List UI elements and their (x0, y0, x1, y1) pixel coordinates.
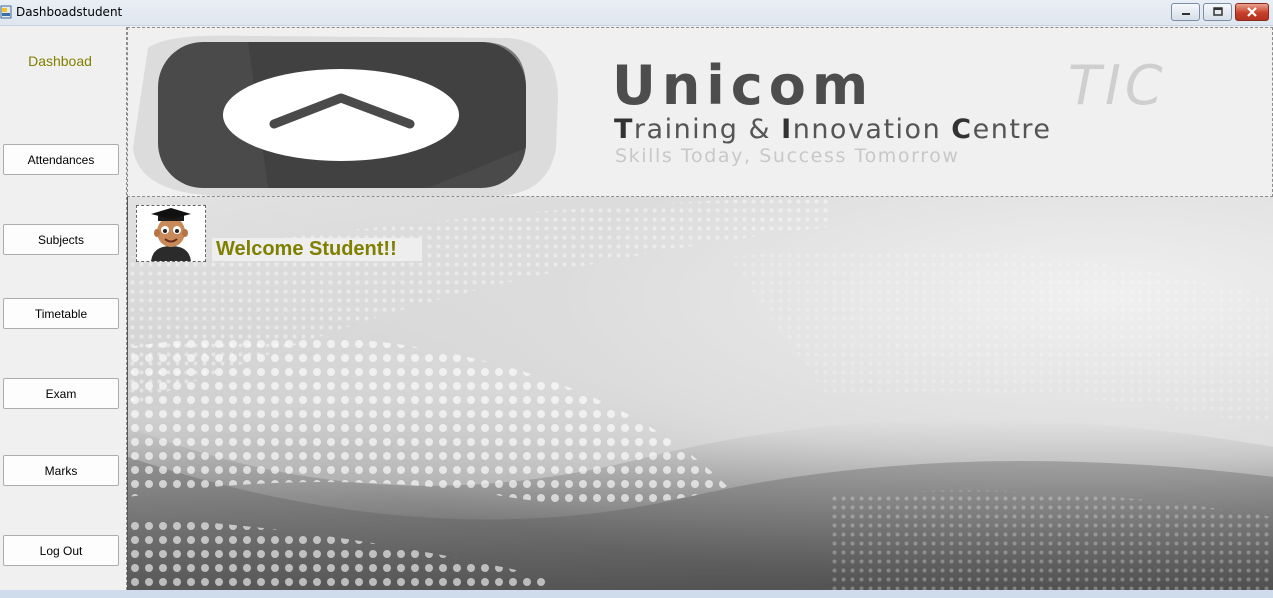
student-graduate-icon (137, 206, 205, 261)
student-avatar (136, 205, 206, 262)
header-banner: Unicom TIC Training & Innovation Centre … (127, 27, 1273, 197)
app-icon (0, 5, 12, 19)
title-bar: Dashboadstudent (0, 0, 1273, 26)
minimize-icon (1181, 13, 1190, 15)
brand-tagline: Skills Today, Success Tomorrow (615, 145, 960, 167)
window-bottom-border (0, 590, 1273, 598)
restore-icon (1212, 7, 1223, 16)
timetable-button[interactable]: Timetable (3, 298, 119, 329)
brand-suffix: TIC (1068, 54, 1167, 117)
brand-name: Unicom (612, 54, 874, 117)
minimize-button[interactable] (1171, 3, 1200, 21)
logout-button[interactable]: Log Out (3, 535, 119, 566)
sidebar-title: Dashboad (28, 53, 92, 69)
window-title: Dashboadstudent (16, 5, 123, 19)
attendances-button[interactable]: Attendances (3, 144, 119, 175)
marks-button[interactable]: Marks (3, 455, 119, 486)
exam-button[interactable]: Exam (3, 378, 119, 409)
brand-full-name: Training & Innovation Centre (614, 114, 1052, 145)
close-icon (1247, 7, 1257, 17)
subjects-button[interactable]: Subjects (3, 224, 119, 255)
maximize-button[interactable] (1203, 3, 1232, 21)
close-button[interactable] (1235, 3, 1269, 21)
brand-logo: Unicom TIC Training & Innovation Centre … (133, 35, 1167, 196)
welcome-label: Welcome Student!! (212, 238, 422, 261)
main-panel: Welcome Student!! (127, 197, 1273, 592)
sidebar: Dashboad Attendances Subjects Timetable … (0, 27, 127, 590)
